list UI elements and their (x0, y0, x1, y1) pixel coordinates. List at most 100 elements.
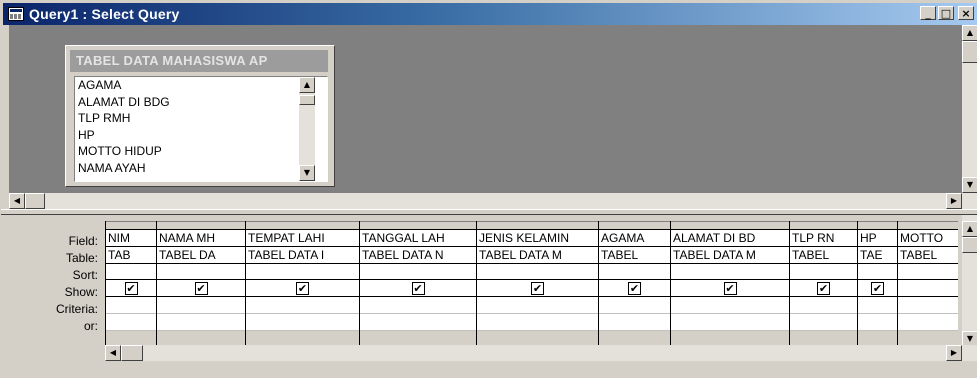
column-selector[interactable] (360, 221, 476, 230)
sort-cell[interactable] (106, 263, 156, 281)
scroll-thumb[interactable] (25, 193, 45, 209)
scroll-thumb[interactable] (962, 41, 977, 63)
field-list-item[interactable]: NAMA AYAH (75, 160, 327, 177)
scroll-left-arrow-icon[interactable]: ◀ (105, 345, 121, 361)
show-checkbox[interactable]: ✔ (194, 281, 208, 295)
field-cell[interactable]: JENIS KELAMIN (477, 230, 598, 247)
show-cell[interactable]: ✔ (157, 280, 245, 298)
grid-column[interactable]: HP TAE ✔ (857, 221, 897, 347)
or-cell[interactable] (790, 313, 857, 331)
criteria-cell[interactable] (106, 297, 156, 314)
show-cell[interactable]: ✔ (858, 280, 897, 298)
field-cell[interactable]: MOTTO (898, 230, 958, 247)
scroll-thumb[interactable] (962, 237, 977, 253)
show-checkbox[interactable]: ✔ (817, 281, 830, 295)
sort-cell[interactable] (360, 263, 476, 281)
column-selector[interactable] (157, 221, 245, 230)
or-cell[interactable] (360, 313, 476, 331)
show-checkbox[interactable]: ✔ (531, 281, 544, 295)
sort-cell[interactable] (599, 263, 670, 281)
table-cell[interactable]: TABEL DATA M (671, 246, 789, 264)
column-selector[interactable] (898, 221, 958, 230)
scroll-down-arrow-icon[interactable]: ▼ (962, 177, 977, 193)
grid-vertical-scrollbar[interactable]: ▲ ▼ (962, 215, 977, 349)
column-selector[interactable] (106, 221, 156, 230)
show-checkbox[interactable]: ✔ (628, 281, 641, 295)
scroll-thumb[interactable] (299, 95, 315, 105)
or-cell[interactable] (599, 313, 670, 331)
grid-column[interactable]: NIM TAB ✔ (105, 221, 156, 347)
sort-cell[interactable] (671, 263, 789, 281)
sort-cell[interactable] (858, 263, 897, 281)
sort-cell[interactable] (898, 263, 958, 281)
field-cell[interactable]: NIM (106, 230, 156, 247)
show-checkbox[interactable]: ✔ (124, 281, 138, 295)
scroll-up-arrow-icon[interactable]: ▲ (962, 221, 977, 237)
show-checkbox[interactable]: ✔ (723, 281, 737, 295)
show-cell[interactable] (898, 280, 958, 298)
field-cell[interactable]: TANGGAL LAH (360, 230, 476, 247)
grid-column[interactable]: JENIS KELAMIN TABEL DATA M ✔ (476, 221, 598, 347)
table-cell[interactable]: TABEL (599, 246, 670, 264)
table-cell[interactable]: TABEL DA (157, 246, 245, 264)
or-cell[interactable] (858, 313, 897, 331)
criteria-cell[interactable] (858, 297, 897, 314)
table-cell[interactable]: TAB (106, 246, 156, 264)
field-list-item[interactable]: HP (75, 127, 327, 144)
field-list-item[interactable]: AGAMA (75, 77, 327, 94)
table-cell[interactable]: TABEL DATA N (360, 246, 476, 264)
show-cell[interactable]: ✔ (106, 280, 156, 298)
show-cell[interactable]: ✔ (246, 280, 359, 298)
scroll-thumb[interactable] (121, 345, 143, 361)
criteria-cell[interactable] (599, 297, 670, 314)
field-list-scrollbar[interactable]: ▲ ▼ (299, 77, 315, 181)
grid-column[interactable]: AGAMA TABEL ✔ (598, 221, 670, 347)
table-pane-vertical-scrollbar[interactable]: ▲ ▼ (962, 25, 977, 193)
grid-column[interactable]: MOTTO TABEL (897, 221, 958, 347)
criteria-cell[interactable] (246, 297, 359, 314)
field-cell[interactable]: TEMPAT LAHI (246, 230, 359, 247)
criteria-cell[interactable] (477, 297, 598, 314)
field-list-item[interactable]: MOTTO HIDUP (75, 143, 327, 160)
column-selector[interactable] (599, 221, 670, 230)
show-cell[interactable]: ✔ (790, 280, 857, 298)
table-cell[interactable]: TABEL DATA M (477, 246, 598, 264)
show-checkbox[interactable]: ✔ (871, 281, 884, 295)
column-selector[interactable] (246, 221, 359, 230)
show-cell[interactable]: ✔ (360, 280, 476, 298)
column-selector[interactable] (671, 221, 789, 230)
scroll-right-arrow-icon[interactable]: ▶ (946, 345, 962, 361)
show-checkbox[interactable]: ✔ (411, 281, 425, 295)
show-cell[interactable]: ✔ (671, 280, 789, 298)
column-selector[interactable] (790, 221, 857, 230)
table-cell[interactable]: TABEL (790, 246, 857, 264)
sort-cell[interactable] (157, 263, 245, 281)
show-cell[interactable]: ✔ (599, 280, 670, 298)
grid-column[interactable]: NAMA MH TABEL DA ✔ (156, 221, 245, 347)
criteria-cell[interactable] (790, 297, 857, 314)
grid-horizontal-scrollbar[interactable]: ◀ ▶ (105, 345, 977, 361)
or-cell[interactable] (157, 313, 245, 331)
show-checkbox[interactable]: ✔ (296, 281, 309, 295)
scroll-down-arrow-icon[interactable]: ▼ (299, 165, 315, 181)
column-selector[interactable] (858, 221, 897, 230)
or-cell[interactable] (106, 313, 156, 331)
sort-cell[interactable] (246, 263, 359, 281)
table-cell[interactable]: TABEL DATA I (246, 246, 359, 264)
scroll-up-arrow-icon[interactable]: ▲ (299, 77, 315, 93)
criteria-cell[interactable] (671, 297, 789, 314)
grid-column[interactable]: TANGGAL LAH TABEL DATA N ✔ (359, 221, 476, 347)
field-cell[interactable]: TLP RN (790, 230, 857, 247)
grid-column[interactable]: TEMPAT LAHI TABEL DATA I ✔ (245, 221, 359, 347)
scroll-right-arrow-icon[interactable]: ▶ (946, 193, 962, 209)
close-button[interactable]: × (958, 6, 974, 20)
or-cell[interactable] (898, 313, 958, 331)
column-selector[interactable] (477, 221, 598, 230)
table-field-list[interactable]: TABEL DATA MAHASISWA AP AGAMA ALAMAT DI … (65, 45, 335, 187)
maximize-button[interactable]: □ (938, 6, 954, 20)
field-cell[interactable]: HP (858, 230, 897, 247)
title-bar[interactable]: Query1 : Select Query _ □ × (3, 3, 977, 25)
field-cell[interactable]: ALAMAT DI BD (671, 230, 789, 247)
sort-cell[interactable] (790, 263, 857, 281)
or-cell[interactable] (477, 313, 598, 331)
